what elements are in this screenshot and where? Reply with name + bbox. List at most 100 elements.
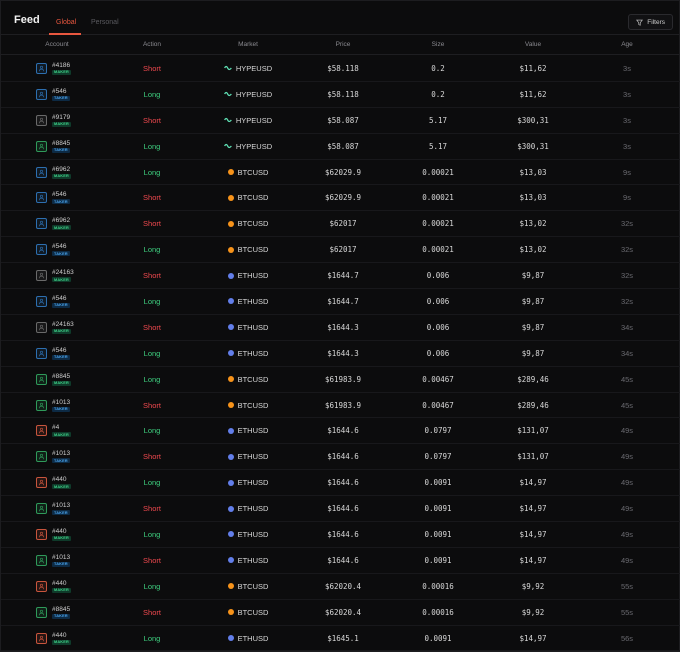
- account-cell[interactable]: #24163 MAKER: [36, 263, 116, 288]
- market-cell[interactable]: ETHUSD: [213, 263, 283, 288]
- account-cell[interactable]: #6962 MAKER: [36, 160, 116, 185]
- table-row[interactable]: #4 MAKER Long ETHUSD $1644.6 0.0797 $131…: [1, 418, 680, 445]
- market-cell[interactable]: HYPEUSD: [213, 108, 283, 133]
- market-cell[interactable]: BTCUSD: [213, 367, 283, 392]
- table-row[interactable]: #546 TAKER Long HYPEUSD $58.118 0.2 $11,…: [1, 82, 680, 108]
- market-cell[interactable]: BTCUSD: [213, 160, 283, 185]
- market-cell[interactable]: BTCUSD: [213, 237, 283, 262]
- avatar: [36, 244, 47, 256]
- table-row[interactable]: #546 TAKER Long ETHUSD $1644.3 0.006 $9,…: [1, 341, 680, 367]
- market-cell[interactable]: ETHUSD: [213, 341, 283, 366]
- table-row[interactable]: #6962 MAKER Long BTCUSD $62029.9 0.00021…: [1, 160, 680, 186]
- table-row[interactable]: #8845 TAKER Short BTCUSD $62020.4 0.0001…: [1, 600, 680, 626]
- market-cell[interactable]: ETHUSD: [213, 315, 283, 340]
- table-row[interactable]: #9179 MAKER Short HYPEUSD $58.087 5.17 $…: [1, 108, 680, 134]
- table-row[interactable]: #8845 MAKER Long BTCUSD $61983.9 0.00467…: [1, 367, 680, 393]
- account-cell[interactable]: #1013 TAKER: [36, 548, 116, 573]
- market-cell[interactable]: ETHUSD: [213, 548, 283, 573]
- account-id: #1013: [52, 553, 71, 561]
- action-label: Long: [143, 478, 161, 488]
- account-cell[interactable]: #8845 TAKER: [36, 600, 116, 625]
- tab-global[interactable]: Global: [56, 19, 76, 26]
- market-cell[interactable]: BTCUSD: [213, 185, 283, 210]
- market-cell[interactable]: ETHUSD: [213, 289, 283, 314]
- account-cell[interactable]: #24163 MAKER: [36, 315, 116, 340]
- age-value: 3s: [623, 63, 631, 73]
- account-cell[interactable]: #440 MAKER: [36, 574, 116, 599]
- account-cell[interactable]: #1013 TAKER: [36, 393, 116, 418]
- account-cell[interactable]: #546 TAKER: [36, 82, 116, 107]
- btc-icon: [227, 376, 234, 383]
- user-icon: [38, 531, 45, 538]
- market-cell[interactable]: BTCUSD: [213, 211, 283, 236]
- market-cell[interactable]: ETHUSD: [213, 470, 283, 495]
- table-row[interactable]: #1013 TAKER Short ETHUSD $1644.6 0.0797 …: [1, 444, 680, 471]
- col-age: Age: [621, 41, 633, 48]
- eth-icon: [227, 505, 234, 512]
- table-row[interactable]: #24163 MAKER Short ETHUSD $1644.7 0.006 …: [1, 263, 680, 290]
- table-row[interactable]: #1013 TAKER Short ETHUSD $1644.6 0.0091 …: [1, 496, 680, 523]
- btc-icon: [227, 246, 234, 253]
- account-cell[interactable]: #1013 TAKER: [36, 496, 116, 521]
- account-cell[interactable]: #8845 TAKER: [36, 134, 116, 159]
- market-cell[interactable]: BTCUSD: [213, 393, 283, 418]
- market-cell[interactable]: ETHUSD: [213, 522, 283, 547]
- table-row[interactable]: #546 TAKER Short BTCUSD $62029.9 0.00021…: [1, 185, 680, 212]
- account-cell[interactable]: #8845 MAKER: [36, 367, 116, 392]
- market-cell[interactable]: BTCUSD: [213, 574, 283, 599]
- table-row[interactable]: #6962 MAKER Short BTCUSD $62017 0.00021 …: [1, 211, 680, 238]
- trade-value: $11,62: [519, 63, 547, 73]
- market-cell[interactable]: ETHUSD: [213, 418, 283, 443]
- filters-button[interactable]: Filters: [628, 14, 673, 30]
- market-cell[interactable]: ETHUSD: [213, 444, 283, 469]
- account-cell[interactable]: #1013 TAKER: [36, 444, 116, 469]
- tab-personal[interactable]: Personal: [91, 19, 119, 26]
- table-row[interactable]: #440 MAKER Long ETHUSD $1644.6 0.0091 $1…: [1, 470, 680, 497]
- role-badge: TAKER: [52, 199, 70, 205]
- role-badge: MAKER: [52, 587, 71, 593]
- table-row[interactable]: #8845 TAKER Long HYPEUSD $58.087 5.17 $3…: [1, 134, 680, 160]
- account-cell[interactable]: #546 TAKER: [36, 185, 116, 210]
- avatar: [36, 192, 47, 204]
- market-cell[interactable]: HYPEUSD: [213, 82, 283, 107]
- role-badge: TAKER: [52, 561, 70, 567]
- avatar: [36, 503, 47, 515]
- size-value: 0.006: [426, 271, 450, 281]
- market-cell[interactable]: HYPEUSD: [213, 56, 283, 81]
- eth-icon: [227, 350, 234, 357]
- table-row[interactable]: #1013 TAKER Short ETHUSD $1644.6 0.0091 …: [1, 548, 680, 574]
- account-cell[interactable]: #4186 MAKER: [36, 56, 116, 81]
- table-row[interactable]: #440 MAKER Long BTCUSD $62020.4 0.00016 …: [1, 574, 680, 600]
- account-cell[interactable]: #546 TAKER: [36, 289, 116, 314]
- table-row[interactable]: #1013 TAKER Short BTCUSD $61983.9 0.0046…: [1, 393, 680, 419]
- market-cell[interactable]: ETHUSD: [213, 626, 283, 651]
- table-row[interactable]: #24163 MAKER Short ETHUSD $1644.3 0.006 …: [1, 315, 680, 341]
- market-label: ETHUSD: [237, 633, 269, 643]
- market-label: HYPEUSD: [235, 89, 273, 99]
- table-row[interactable]: #546 TAKER Long ETHUSD $1644.7 0.006 $9,…: [1, 289, 680, 315]
- account-cell[interactable]: #440 MAKER: [36, 626, 116, 651]
- age-value: 34s: [620, 348, 634, 358]
- account-cell[interactable]: #440 MAKER: [36, 470, 116, 495]
- user-icon: [38, 557, 45, 564]
- market-label: BTCUSD: [237, 219, 269, 229]
- table-row[interactable]: #4186 MAKER Short HYPEUSD $58.118 0.2 $1…: [1, 56, 680, 82]
- account-cell[interactable]: #6962 MAKER: [36, 211, 116, 236]
- account-cell[interactable]: #546 TAKER: [36, 341, 116, 366]
- size-value: 0.00021: [422, 219, 454, 229]
- account-cell[interactable]: #546 TAKER: [36, 237, 116, 262]
- table-row[interactable]: #440 MAKER Long ETHUSD $1645.1 0.0091 $1…: [1, 626, 680, 652]
- market-cell[interactable]: BTCUSD: [213, 600, 283, 625]
- account-cell[interactable]: #9179 MAKER: [36, 108, 116, 133]
- table-row[interactable]: #546 TAKER Long BTCUSD $62017 0.00021 $1…: [1, 237, 680, 264]
- market-cell[interactable]: ETHUSD: [213, 496, 283, 521]
- user-icon: [38, 65, 45, 72]
- action-label: Long: [143, 89, 161, 99]
- table-row[interactable]: #440 MAKER Long ETHUSD $1644.6 0.0091 $1…: [1, 522, 680, 548]
- account-cell[interactable]: #4 MAKER: [36, 418, 116, 443]
- account-cell[interactable]: #440 MAKER: [36, 522, 116, 547]
- market-cell[interactable]: HYPEUSD: [213, 134, 283, 159]
- action-label: Long: [143, 581, 161, 591]
- avatar: [36, 373, 47, 385]
- action-label: Long: [143, 167, 161, 177]
